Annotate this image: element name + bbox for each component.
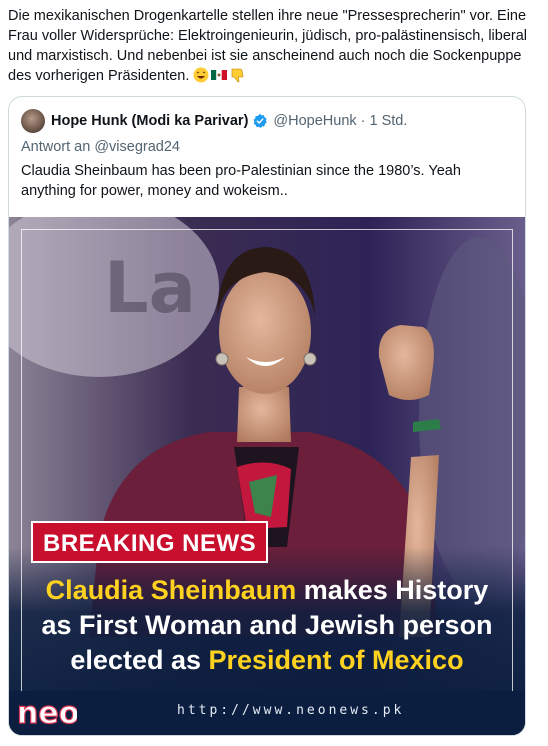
headline-line-3: elected as President of Mexico [9, 643, 525, 678]
headline-office: President of Mexico [208, 645, 464, 675]
tweet-body: Die mexikanischen Drogenkartelle stellen… [8, 8, 532, 84]
quoted-tweet-header: Hope Hunk (Modi ka Parivar) @HopeHunk · … [21, 109, 407, 133]
breaking-news-badge: BREAKING NEWS [31, 521, 269, 563]
headline-name: Claudia Sheinbaum [45, 575, 297, 605]
headline-line-1: Claudia Sheinbaum makes History [9, 573, 525, 608]
mexico-flag-emoji [211, 70, 228, 80]
laughing-face-emoji [193, 67, 209, 83]
quoted-tweet-text: Claudia Sheinbaum has been pro-Palestini… [21, 163, 461, 199]
headline-line-2: as First Woman and Jewish person [41, 610, 493, 640]
avatar[interactable] [21, 109, 45, 133]
quoted-tweet-card[interactable]: Hope Hunk (Modi ka Parivar) @HopeHunk · … [8, 96, 526, 736]
reply-to-label[interactable]: Antwort an @visegrad24 [21, 139, 180, 155]
quoted-author-name[interactable]: Hope Hunk (Modi ka Parivar) [51, 113, 248, 129]
verified-badge-icon [253, 114, 268, 128]
neo-logo: neo [16, 695, 77, 731]
tweet-text: Die mexikanischen Drogenkartelle stellen… [8, 6, 540, 86]
news-url: http://www.neonews.pk [177, 703, 405, 718]
headline-line-3-plain: elected as [70, 645, 209, 675]
timestamp[interactable]: · 1 Std. [361, 113, 408, 129]
thumbs-down-emoji [232, 68, 244, 83]
headline-line-1-rest: makes History [296, 575, 489, 605]
emoji-group [193, 67, 245, 83]
quoted-tweet-image[interactable]: La BREAKING NEWS Claudia Sheinbaum makes… [9, 217, 525, 735]
quoted-author-handle[interactable]: @HopeHunk [273, 113, 356, 129]
neo-logo-text: neo [17, 696, 77, 731]
